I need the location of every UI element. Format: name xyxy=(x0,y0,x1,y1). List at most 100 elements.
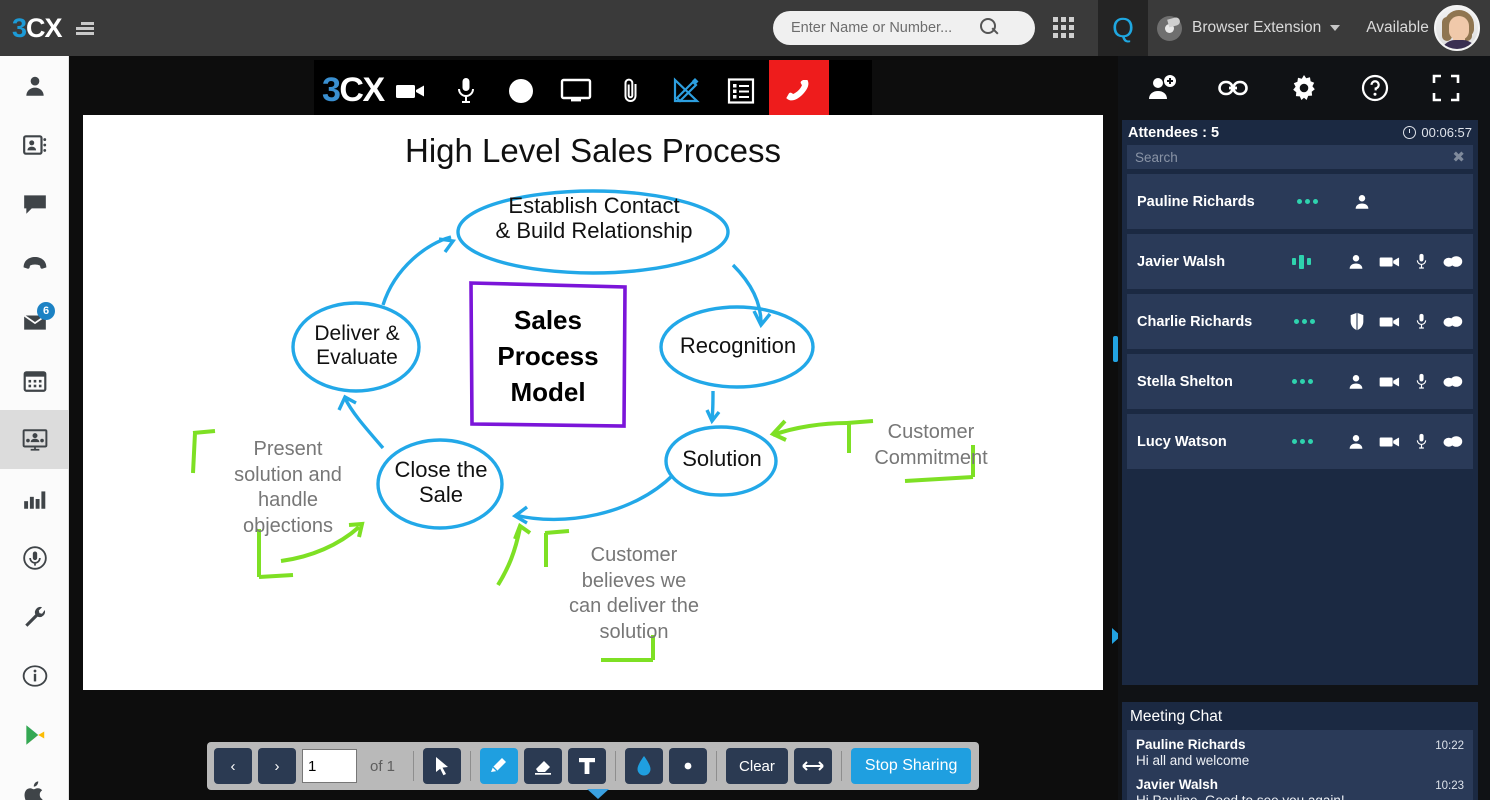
microphone-circle-icon xyxy=(22,545,48,571)
search-icon xyxy=(978,17,1000,39)
eraser-tool[interactable] xyxy=(524,748,562,784)
sidebar-item-info[interactable] xyxy=(0,646,69,705)
video-camera-icon[interactable] xyxy=(1379,314,1401,330)
microphone-icon xyxy=(455,76,477,106)
microphone-icon[interactable] xyxy=(1415,252,1428,271)
voicemail-badge: 6 xyxy=(37,302,55,320)
sidebar-item-apple[interactable] xyxy=(0,764,69,800)
sidebar-item-meetings[interactable] xyxy=(0,410,69,469)
sidebar-item-calendar[interactable] xyxy=(0,351,69,410)
prev-page-button[interactable]: ‹ xyxy=(214,748,252,784)
attendee-icons xyxy=(1347,252,1463,271)
logo-cx: CX xyxy=(26,13,62,43)
microphone-icon[interactable] xyxy=(1415,432,1428,451)
share-screen-button[interactable] xyxy=(549,60,604,121)
dot-size-icon xyxy=(681,759,695,773)
wb-node-establish: Establish Contact& Build Relationship xyxy=(455,193,733,244)
table-row[interactable]: Pauline Richards xyxy=(1127,174,1473,229)
logo-3: 3 xyxy=(12,13,26,43)
stop-sharing-button[interactable]: Stop Sharing xyxy=(851,748,972,784)
pen-tool[interactable] xyxy=(480,748,518,784)
fullscreen-button[interactable] xyxy=(1424,66,1468,110)
video-camera-icon[interactable] xyxy=(1379,254,1401,270)
gear-icon xyxy=(1290,74,1318,102)
table-row[interactable]: Charlie Richards xyxy=(1127,294,1473,349)
sidebar-item-voicemail[interactable]: 6 xyxy=(0,292,69,351)
clear-button[interactable]: Clear xyxy=(726,748,788,784)
apps-grid-icon[interactable] xyxy=(1053,17,1076,40)
browser-extension-menu[interactable]: Browser Extension Available xyxy=(1157,0,1448,56)
attendee-name: Javier Walsh xyxy=(1137,254,1292,270)
sidebar-item-chat[interactable] xyxy=(0,174,69,233)
wb-node-deliver: Deliver &Evaluate xyxy=(299,322,415,370)
wb-annotation-present: Presentsolution andhandleobjections xyxy=(203,437,373,539)
settings-button[interactable] xyxy=(1282,66,1326,110)
info-circle-icon xyxy=(22,663,48,689)
page-count-label: of 1 xyxy=(370,758,395,775)
next-page-button[interactable]: › xyxy=(258,748,296,784)
attendees-search-input[interactable] xyxy=(1135,150,1425,165)
attendee-icons xyxy=(1347,372,1463,391)
top-header: 3CX Q Browser Extension Available xyxy=(0,0,1490,56)
attendee-name: Lucy Watson xyxy=(1137,434,1292,450)
text-tool[interactable] xyxy=(568,748,606,784)
person-icon[interactable] xyxy=(1347,433,1365,451)
color-tool[interactable] xyxy=(625,748,663,784)
sidebar-item-user[interactable] xyxy=(0,56,69,115)
close-x-icon[interactable]: ✖ xyxy=(1452,150,1465,165)
copy-link-button[interactable] xyxy=(1211,66,1255,110)
paperclip-icon xyxy=(621,76,641,106)
record-button[interactable] xyxy=(494,60,549,121)
whiteboard-canvas[interactable]: High Level Sales Process xyxy=(83,115,1103,690)
sidebar-item-recordings[interactable] xyxy=(0,528,69,587)
thickness-tool[interactable] xyxy=(669,748,707,784)
sidebar-item-settings[interactable] xyxy=(0,587,69,646)
person-icon xyxy=(22,73,48,99)
google-play-icon xyxy=(22,722,48,748)
shield-icon[interactable] xyxy=(1349,312,1365,331)
video-camera-icon xyxy=(394,78,428,104)
hamburger-icon[interactable] xyxy=(76,22,94,35)
attach-file-button[interactable] xyxy=(604,60,659,121)
toggle-camera-button[interactable] xyxy=(384,60,439,121)
video-camera-icon[interactable] xyxy=(1379,434,1401,450)
speaker-icon[interactable] xyxy=(1442,254,1463,269)
avatar[interactable] xyxy=(1434,5,1480,51)
help-button[interactable] xyxy=(1353,66,1397,110)
video-camera-icon[interactable] xyxy=(1379,374,1401,390)
end-call-button[interactable] xyxy=(769,60,829,121)
person-icon[interactable] xyxy=(1353,193,1371,211)
header-search[interactable] xyxy=(773,11,1035,45)
speaker-icon[interactable] xyxy=(1442,314,1463,329)
search-input[interactable] xyxy=(773,20,978,36)
list-notes-icon xyxy=(727,77,755,105)
whiteboard-toolbar: ‹ › of 1 xyxy=(207,742,979,790)
table-row[interactable]: Javier Walsh xyxy=(1127,234,1473,289)
browser-extension-label: Browser Extension xyxy=(1192,19,1321,37)
polls-button[interactable] xyxy=(714,60,769,121)
toggle-microphone-button[interactable] xyxy=(439,60,494,121)
attendee-icons xyxy=(1347,432,1463,451)
meeting-chat-messages[interactable]: Pauline Richards 10:22 Hi all and welcom… xyxy=(1127,730,1473,800)
attendees-search[interactable]: ✖ xyxy=(1127,145,1473,169)
add-participant-button[interactable] xyxy=(1140,66,1184,110)
speaker-icon[interactable] xyxy=(1442,374,1463,389)
pointer-tool[interactable] xyxy=(423,748,461,784)
sidebar-item-google-play[interactable] xyxy=(0,705,69,764)
whiteboard-button[interactable] xyxy=(659,60,714,121)
microphone-icon[interactable] xyxy=(1415,312,1428,331)
page-number-input[interactable] xyxy=(302,749,357,783)
sidebar-item-reports[interactable] xyxy=(0,469,69,528)
table-row[interactable]: Lucy Watson xyxy=(1127,414,1473,469)
fit-width-button[interactable] xyxy=(794,748,832,784)
sidebar-item-phone[interactable] xyxy=(0,233,69,292)
q-button[interactable]: Q xyxy=(1098,0,1148,56)
person-icon[interactable] xyxy=(1347,253,1365,271)
microphone-icon[interactable] xyxy=(1415,372,1428,391)
table-row[interactable]: Stella Shelton xyxy=(1127,354,1473,409)
meeting-timer-value: 00:06:57 xyxy=(1421,125,1472,140)
attendee-icons xyxy=(1349,312,1463,331)
person-icon[interactable] xyxy=(1347,373,1365,391)
speaker-icon[interactable] xyxy=(1442,434,1463,449)
sidebar-item-contacts[interactable] xyxy=(0,115,69,174)
